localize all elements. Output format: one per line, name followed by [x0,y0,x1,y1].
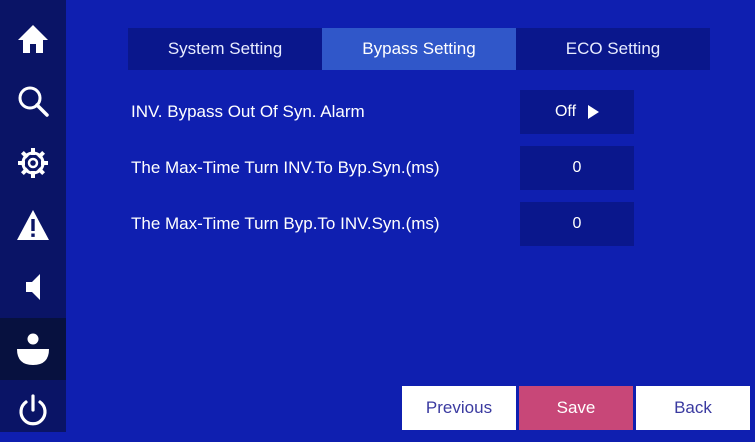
setting-label-bypass-alarm: INV. Bypass Out Of Syn. Alarm [131,102,365,121]
tab-eco-setting[interactable]: ECO Setting [516,28,710,70]
tab-bar: System Setting Bypass Setting ECO Settin… [128,28,710,70]
main-panel: System Setting Bypass Setting ECO Settin… [66,0,755,432]
warning-icon [17,210,49,240]
sidebar-item-search[interactable] [0,70,66,132]
bypass-alarm-value: Off [554,103,577,120]
sidebar-item-settings[interactable] [0,132,66,194]
inv-to-byp-time-field[interactable]: 0 [520,146,634,190]
user-icon [17,333,49,365]
home-icon [18,25,48,53]
sidebar-item-alarm[interactable] [0,194,66,256]
previous-button[interactable]: Previous [402,386,516,430]
byp-to-inv-time-field[interactable]: 0 [520,202,634,246]
sidebar [0,0,66,432]
setting-label-byp-to-inv: The Max-Time Turn Byp.To INV.Syn.(ms) [131,214,440,233]
speaker-icon [26,274,40,300]
sidebar-item-sound[interactable] [0,256,66,318]
setting-label-inv-to-byp: The Max-Time Turn INV.To Byp.Syn.(ms) [131,158,440,177]
search-icon [18,86,49,117]
gear-icon [18,148,48,178]
save-button[interactable]: Save [519,386,633,430]
back-button[interactable]: Back [636,386,750,430]
power-icon [19,394,47,426]
sidebar-item-user[interactable] [0,318,66,380]
bypass-alarm-toggle[interactable]: Off [520,90,634,134]
arrow-right-icon [588,105,600,119]
sidebar-item-power[interactable] [0,380,66,442]
tab-system-setting[interactable]: System Setting [128,28,322,70]
tab-bypass-setting[interactable]: Bypass Setting [322,28,516,70]
sidebar-item-home[interactable] [0,8,66,70]
